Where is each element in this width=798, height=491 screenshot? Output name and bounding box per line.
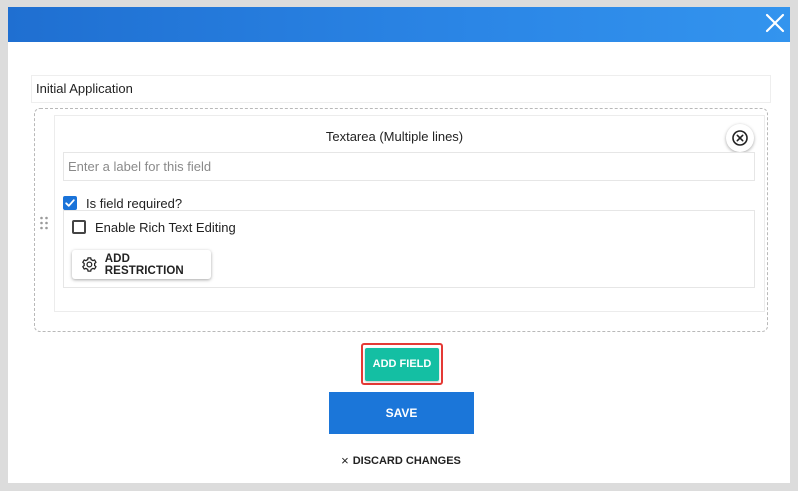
dialog-header <box>8 7 790 42</box>
rich-text-label: Enable Rich Text Editing <box>95 219 236 235</box>
discard-changes-label: DISCARD CHANGES <box>352 455 461 467</box>
form-title-value: Initial Application <box>36 81 133 96</box>
form-title-field[interactable]: Initial Application <box>31 75 771 103</box>
remove-field-button[interactable] <box>726 124 754 152</box>
close-icon[interactable] <box>762 10 788 36</box>
add-restriction-button[interactable]: ADD RESTRICTION <box>72 250 211 279</box>
save-button[interactable]: SAVE <box>329 392 474 434</box>
gear-icon <box>82 257 97 272</box>
field-label-input[interactable] <box>63 152 755 181</box>
required-label: Is field required? <box>86 195 183 211</box>
rich-text-checkbox-row[interactable]: Enable Rich Text Editing <box>72 219 236 235</box>
drag-handle-icon[interactable] <box>39 216 49 230</box>
rich-text-checkbox[interactable] <box>72 220 86 234</box>
discard-changes-button[interactable]: × DISCARD CHANGES <box>340 453 462 469</box>
checkmark-icon <box>65 199 75 207</box>
add-restriction-label: ADD RESTRICTION <box>104 252 184 277</box>
add-field-button[interactable]: ADD FIELD <box>365 348 439 381</box>
close-icon: × <box>341 453 349 468</box>
required-checkbox-row[interactable]: Is field required? <box>63 195 182 211</box>
circle-x-icon <box>732 130 748 146</box>
field-type-title: Textarea (Multiple lines) <box>325 129 464 144</box>
required-checkbox[interactable] <box>63 196 77 210</box>
